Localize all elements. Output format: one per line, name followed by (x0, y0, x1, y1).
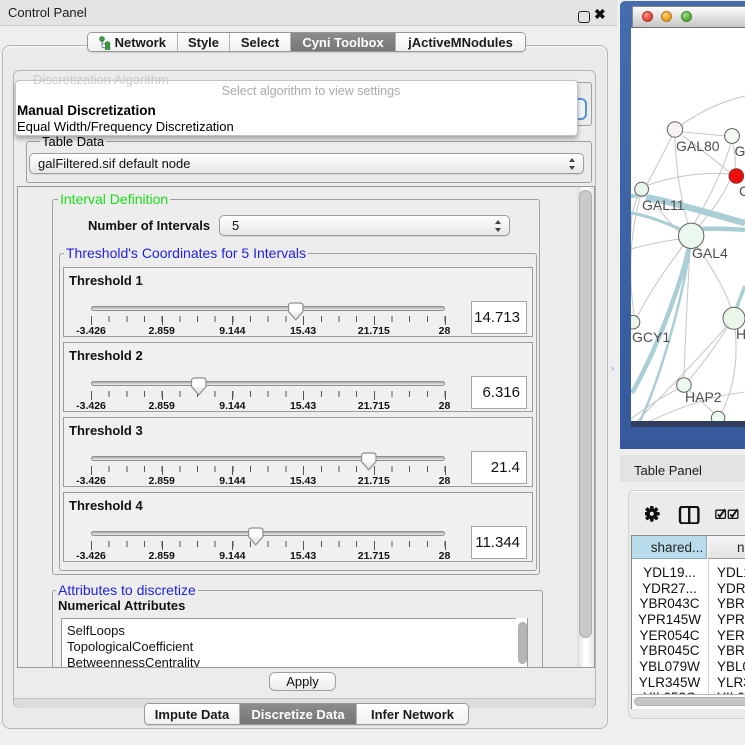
svg-text:CY: CY (739, 183, 745, 199)
svg-text:HI: HI (736, 326, 745, 342)
svg-text:HAP2: HAP2 (685, 389, 722, 405)
svg-text:GAL11: GAL11 (642, 197, 685, 213)
svg-text:GAL4: GAL4 (692, 245, 728, 261)
svg-text:GCY1: GCY1 (632, 329, 670, 345)
svg-text:GA: GA (735, 143, 745, 159)
svg-text:GAL80: GAL80 (676, 138, 720, 154)
